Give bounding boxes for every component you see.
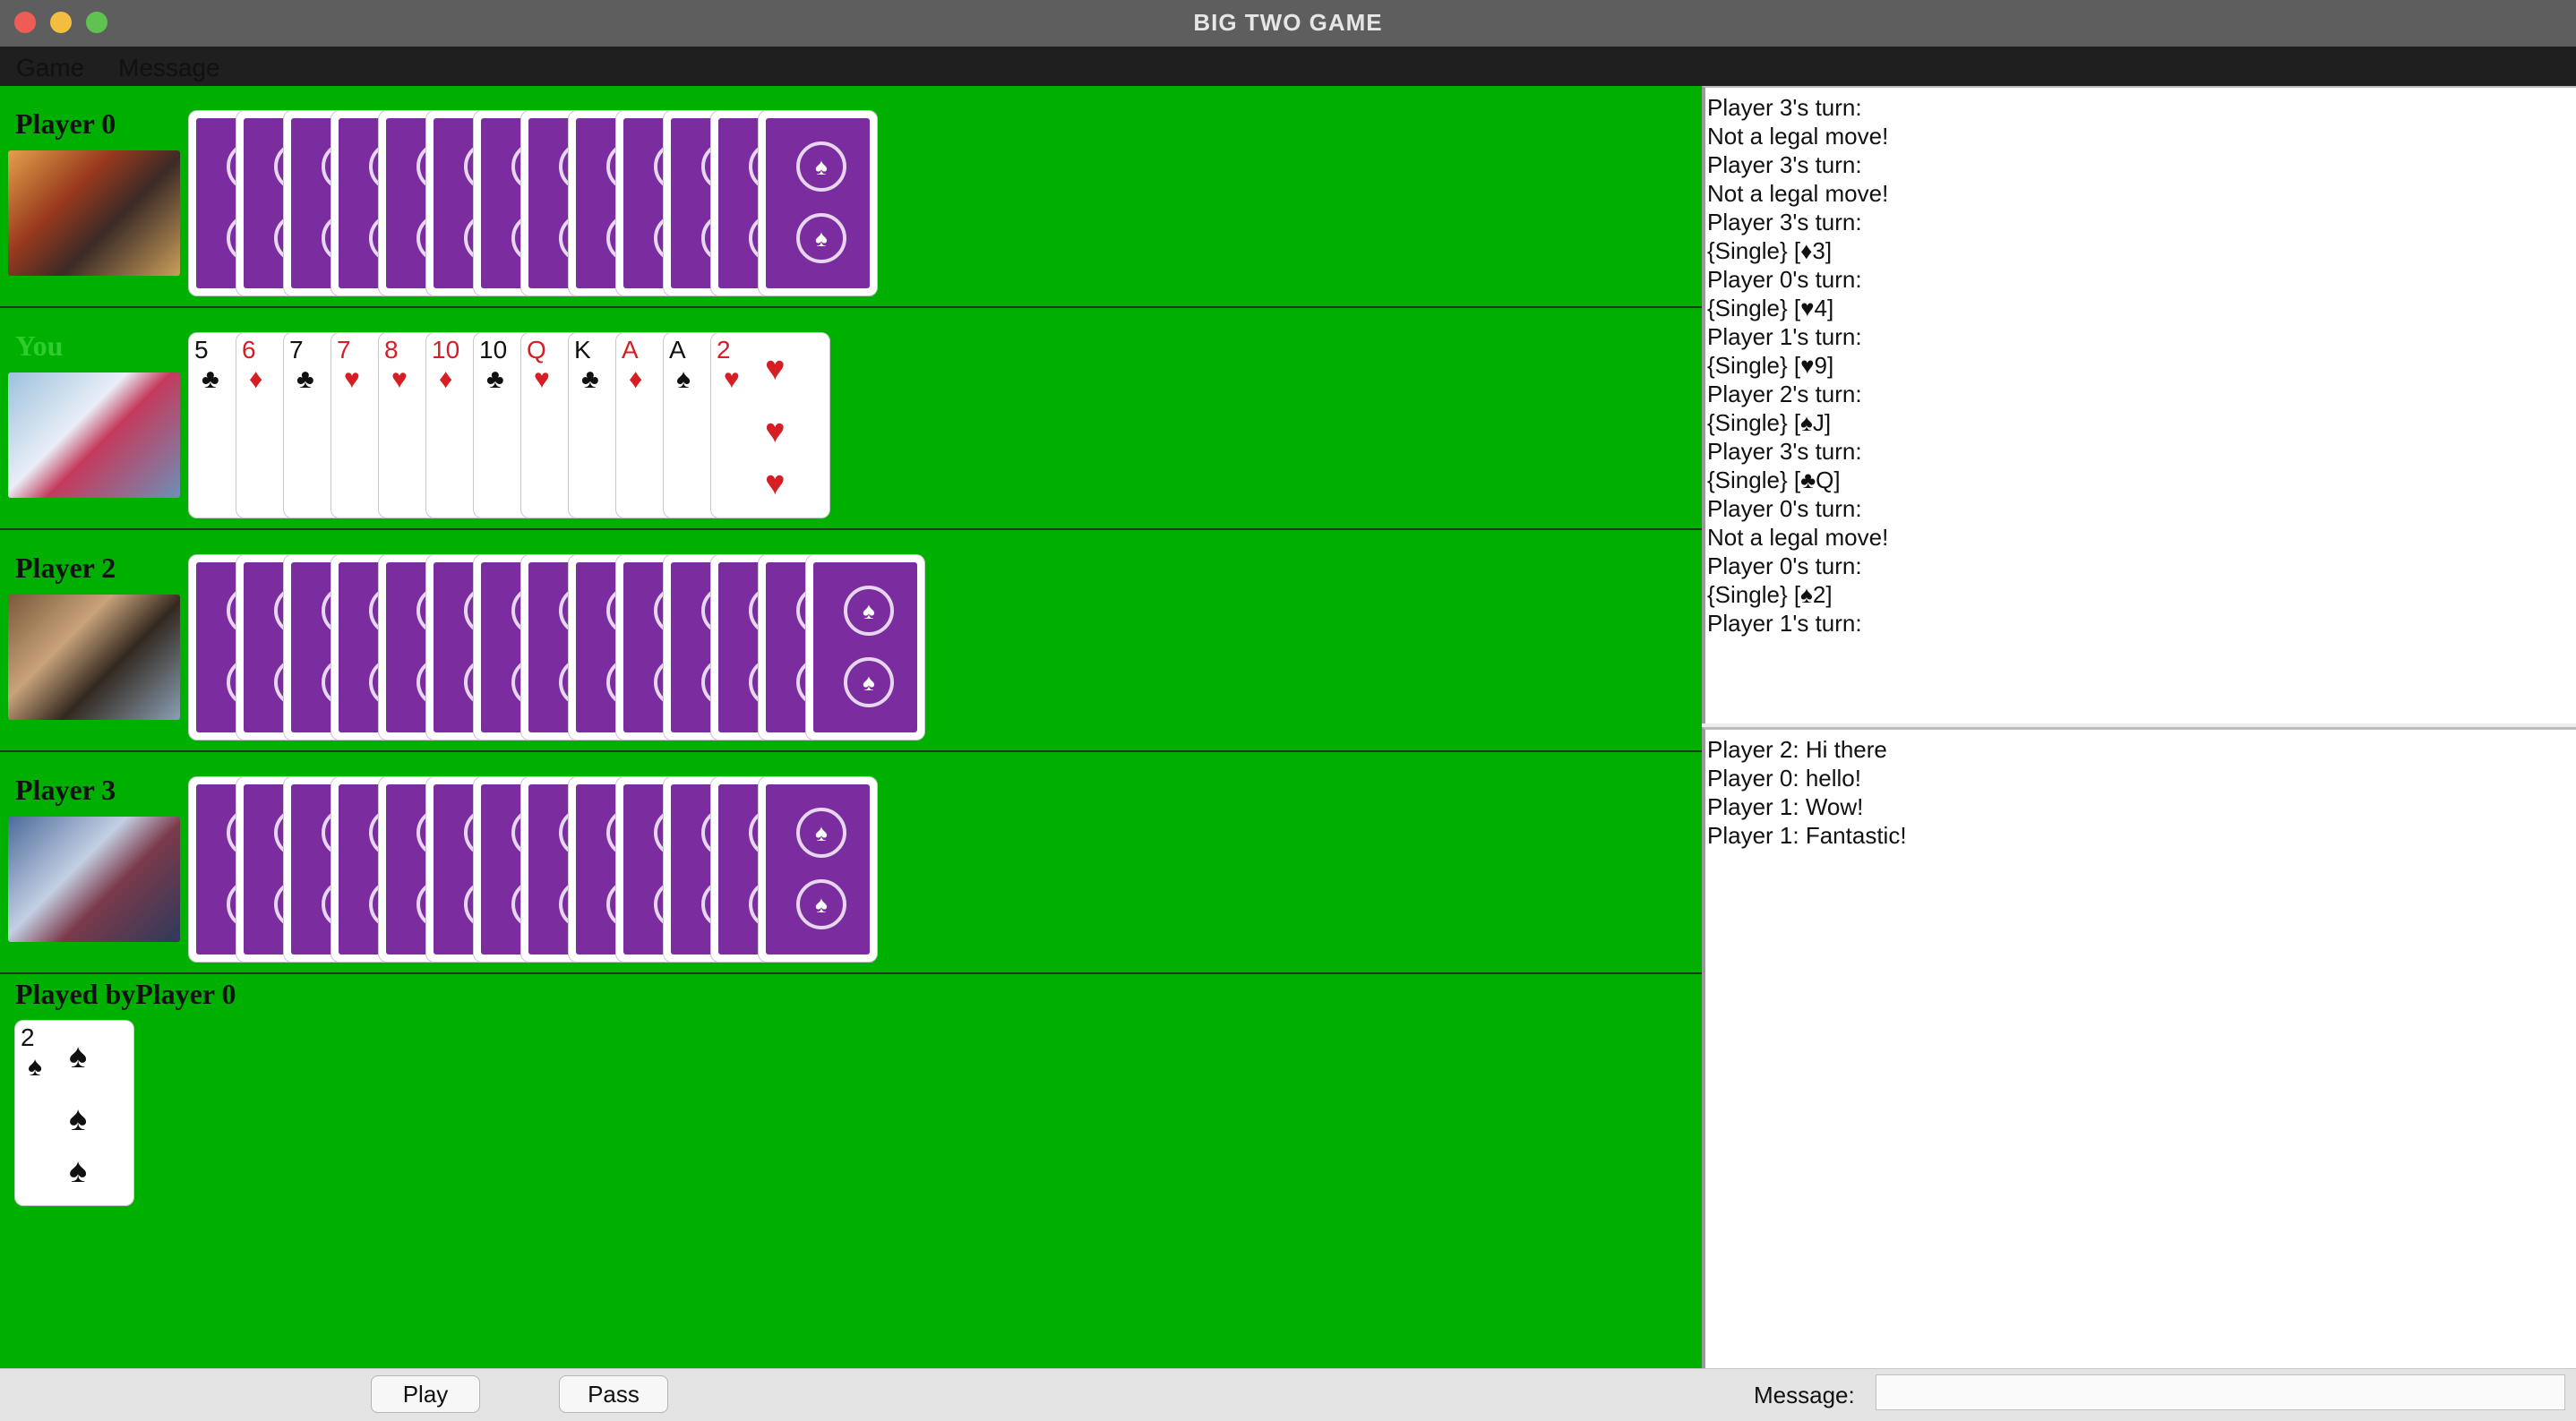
history-entry: Player 2's turn:	[1707, 381, 1862, 407]
card-suit-icon: ♥	[724, 364, 740, 394]
card-rank: 2	[717, 336, 731, 364]
message-input[interactable]	[1876, 1374, 2565, 1410]
card-rank: Q	[527, 336, 546, 364]
history-entry: {Single} [♠2]	[1707, 581, 1833, 608]
spade-seal-icon: ♠	[796, 808, 846, 858]
player-3-name: Player 3	[15, 774, 116, 806]
play-button[interactable]: Play	[371, 1375, 480, 1413]
game-table: Player 0 ♠♠♠♠♠♠♠♠♠♠♠♠♠♠♠♠♠♠♠♠♠♠♠♠♠♠ You …	[0, 86, 1702, 1368]
card-suit-icon: ♦	[629, 364, 643, 394]
card-pip-icon: ♥	[765, 350, 786, 388]
card-suit-icon: ♥	[534, 364, 550, 394]
card-rank: 7	[289, 336, 304, 364]
card-suit-icon: ♦	[439, 364, 453, 394]
player-0-hand: ♠♠♠♠♠♠♠♠♠♠♠♠♠♠♠♠♠♠♠♠♠♠♠♠♠♠	[189, 111, 877, 295]
card-rank: 6	[242, 336, 256, 364]
history-entry: Player 3's turn:	[1707, 438, 1862, 465]
card-suit-icon: ♠	[28, 1052, 42, 1082]
chat-message: Player 2: Hi there	[1707, 736, 1887, 763]
current-player-name: You	[15, 330, 64, 362]
card-pip-icon: ♠	[69, 1038, 88, 1075]
card-rank: 5	[194, 336, 209, 364]
title-bar: BIG TWO GAME	[0, 0, 2576, 47]
message-label: Message:	[1754, 1382, 1855, 1408]
game-history-panel[interactable]: Player 3's turn: Not a legal move! Player …	[1702, 86, 2576, 723]
history-entry: {Single} [♥9]	[1707, 352, 1834, 379]
player-2-hand: ♠♠♠♠♠♠♠♠♠♠♠♠♠♠♠♠♠♠♠♠♠♠♠♠♠♠♠♠	[189, 555, 924, 740]
card-rank: 8	[384, 336, 399, 364]
played-by-label: Played byPlayer 0	[15, 978, 236, 1010]
history-entry: Not a legal move!	[1707, 180, 1889, 207]
card-rank: K	[574, 336, 591, 364]
card-suit-icon: ♥	[391, 364, 408, 394]
card-rank: A	[622, 336, 639, 364]
player-3-avatar-icon	[8, 817, 180, 942]
card-pip-icon: ♥	[765, 465, 786, 502]
spade-seal-icon: ♠	[844, 657, 894, 707]
history-entry: Player 3's turn:	[1707, 209, 1862, 235]
card-suit-icon: ♣	[486, 364, 504, 394]
chat-message: Player 1: Wow!	[1707, 793, 1864, 820]
card-suit-icon: ♣	[296, 364, 314, 394]
card-suit-icon: ♣	[581, 364, 599, 394]
history-entry: {Single} [♥4]	[1707, 295, 1834, 321]
card-rank: 10	[479, 336, 508, 364]
player-3-hand: ♠♠♠♠♠♠♠♠♠♠♠♠♠♠♠♠♠♠♠♠♠♠♠♠♠♠	[189, 777, 877, 962]
player-0-row: Player 0 ♠♠♠♠♠♠♠♠♠♠♠♠♠♠♠♠♠♠♠♠♠♠♠♠♠♠	[0, 86, 1702, 308]
history-entry: {Single} [♣Q]	[1707, 467, 1841, 493]
card-rank: 2	[21, 1023, 35, 1051]
player-1-avatar-icon	[8, 372, 180, 498]
card-back: ♠♠	[759, 111, 877, 295]
player-0-avatar-icon	[8, 150, 180, 276]
player-2-avatar-icon	[8, 595, 180, 720]
history-entry: Not a legal move!	[1707, 524, 1889, 551]
card-pip-icon: ♠	[69, 1100, 88, 1138]
card-rank: 7	[337, 336, 351, 364]
window-title: BIG TWO GAME	[1193, 9, 1383, 36]
spade-seal-icon: ♠	[796, 879, 846, 929]
chat-message: Player 1: Fantastic!	[1707, 822, 1907, 849]
history-entry: Player 0's turn:	[1707, 552, 1862, 579]
history-list: Player 3's turn: Not a legal move! Player …	[1705, 88, 2576, 638]
spade-seal-icon: ♠	[796, 141, 846, 192]
history-entry: {Single} [♦3]	[1707, 237, 1833, 264]
chat-message: Player 0: hello!	[1707, 765, 1861, 792]
card-suit-icon: ♣	[202, 364, 219, 394]
chat-list: Player 2: Hi there Player 0: hello! Player…	[1705, 730, 2576, 850]
card-suit-icon: ♦	[249, 364, 263, 394]
card-rank: A	[669, 336, 686, 364]
player-3-row: Player 3 ♠♠♠♠♠♠♠♠♠♠♠♠♠♠♠♠♠♠♠♠♠♠♠♠♠♠	[0, 752, 1702, 974]
history-entry: Player 0's turn:	[1707, 495, 1862, 522]
player-0-name: Player 0	[15, 107, 116, 140]
card-pip-icon: ♥	[765, 413, 786, 450]
spade-seal-icon: ♠	[796, 213, 846, 263]
history-entry: Player 0's turn:	[1707, 266, 1862, 293]
menu-message[interactable]: Message	[118, 50, 220, 86]
history-entry: Player 3's turn:	[1707, 94, 1862, 121]
player-2-name: Player 2	[15, 552, 116, 584]
card-back: ♠♠	[806, 555, 924, 740]
control-bar: Play Pass Message:	[0, 1368, 2576, 1421]
card-suit-icon: ♥	[344, 364, 360, 394]
pass-button[interactable]: Pass	[559, 1375, 668, 1413]
history-entry: Player 1's turn:	[1707, 323, 1862, 350]
card-back: ♠♠	[759, 777, 877, 962]
menu-bar: Game Message	[0, 47, 2576, 86]
history-entry: Player 1's turn:	[1707, 610, 1862, 637]
card-pip-icon: ♠	[69, 1152, 88, 1190]
spade-seal-icon: ♠	[844, 586, 894, 636]
card-suit-icon: ♠	[676, 364, 691, 394]
playing-card: 2 ♠ ♠ ♠ ♠	[15, 1021, 133, 1205]
history-entry: Not a legal move!	[1707, 123, 1889, 150]
menu-game[interactable]: Game	[16, 50, 84, 86]
playing-card[interactable]: 2 ♥ ♥ ♥ ♥	[711, 333, 829, 518]
player-1-row: You 5♣♣♣♣6♦♦♦♦7♣♣♣♣7♥♥♥♥8♥♥♥♥10♦♦♦♦10♣♣♣…	[0, 308, 1702, 530]
player-2-row: Player 2 ♠♠♠♠♠♠♠♠♠♠♠♠♠♠♠♠♠♠♠♠♠♠♠♠♠♠♠♠	[0, 530, 1702, 752]
history-entry: Player 3's turn:	[1707, 151, 1862, 178]
card-rank: 10	[432, 336, 460, 364]
chat-panel[interactable]: Player 2: Hi there Player 0: hello! Player…	[1702, 727, 2576, 1368]
history-entry: {Single} [♠J]	[1707, 409, 1832, 436]
